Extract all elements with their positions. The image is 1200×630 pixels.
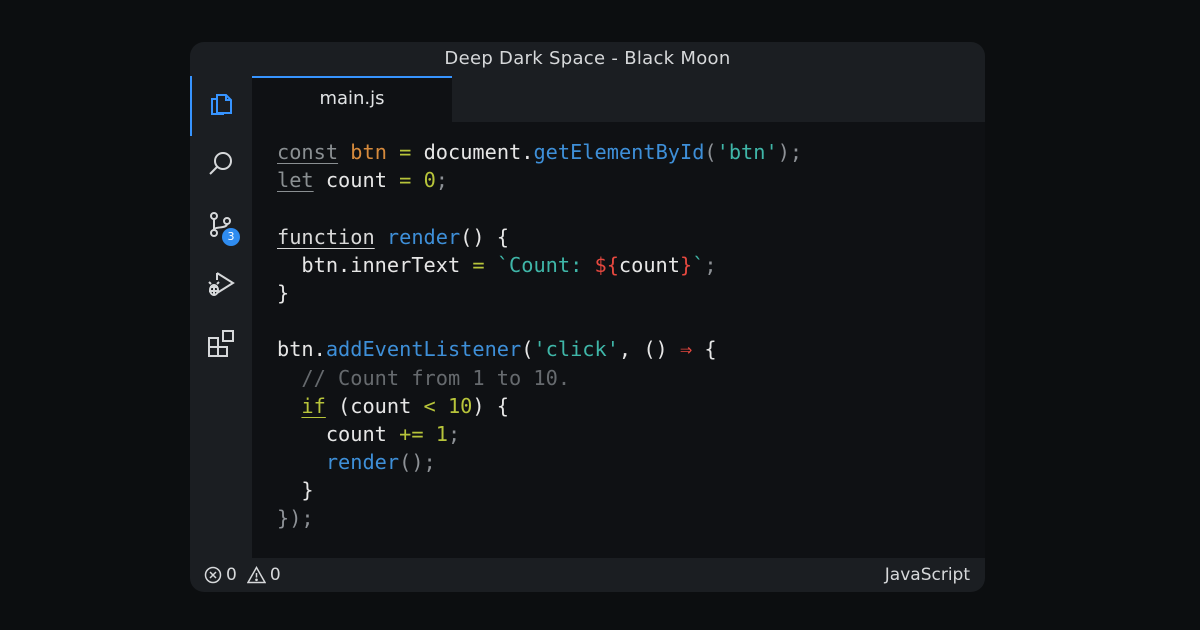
code-token: count [313, 168, 400, 193]
warning-icon [246, 566, 266, 584]
code-token: count [618, 252, 680, 277]
warning-count: 0 [269, 565, 281, 585]
code-token: }); [277, 506, 314, 531]
status-bar: 0 0 JavaScript [190, 558, 985, 592]
extensions-icon [205, 328, 237, 364]
language-mode[interactable]: JavaScript [885, 558, 970, 592]
code-token: render [325, 450, 400, 475]
code-token: if [301, 393, 326, 418]
activity-bar: 3 [190, 76, 252, 558]
code-token: ${ [594, 252, 619, 277]
source-control-badge: 3 [222, 228, 240, 246]
code-token: ` [692, 252, 705, 277]
code-line[interactable]: render(); [277, 448, 802, 476]
code-token: document. [411, 140, 534, 164]
code-line[interactable]: } [277, 476, 802, 504]
code-token: 'btn' [716, 140, 778, 164]
code-editor[interactable]: const btn = document.getElementById('btn… [252, 122, 985, 558]
code-line[interactable]: }); [277, 504, 802, 532]
code-token: } [277, 280, 290, 305]
activity-item-search[interactable] [190, 136, 252, 196]
code-token: < [423, 393, 436, 418]
code-token: ( [521, 337, 534, 362]
tab-main-js[interactable]: main.js [252, 76, 452, 122]
code-line[interactable] [277, 194, 802, 222]
code-line[interactable]: } [277, 279, 802, 307]
code-token: 0 [423, 168, 436, 193]
code-line[interactable]: // Count from 1 to 10. [277, 364, 802, 392]
code-token: `Count: [496, 252, 595, 277]
code-token: ; [435, 168, 448, 193]
code-token: btn. [277, 337, 326, 362]
code-line[interactable]: let count = 0; [277, 166, 802, 194]
code-token: ) { [472, 393, 510, 418]
code-token: += [399, 421, 424, 446]
window-title: Deep Dark Space - Black Moon [444, 48, 731, 69]
code-token: const [277, 140, 339, 164]
code-line[interactable]: btn.innerText = `Count: ${count}`; [277, 251, 802, 279]
code-token: btn [350, 140, 387, 164]
code-token: render [386, 224, 461, 249]
code-line[interactable]: btn.addEventListener('click', () ⇒ { [277, 335, 802, 363]
code-token: ⇒ [679, 337, 693, 362]
error-count: 0 [226, 565, 237, 585]
code-token: 'click' [533, 337, 619, 362]
code-line[interactable] [277, 307, 802, 335]
code-token: } [679, 252, 693, 277]
code-token: () { [460, 224, 510, 249]
tab-bar: main.js [252, 76, 985, 122]
code-token: (count [325, 393, 424, 418]
code-token: ; [704, 252, 717, 277]
code-content[interactable]: const btn = document.getElementById('btn… [277, 138, 802, 533]
search-icon [206, 149, 236, 183]
code-token: 1 [435, 421, 448, 446]
code-line[interactable]: count += 1; [277, 420, 802, 448]
code-line[interactable]: const btn = document.getElementById('btn… [277, 138, 802, 166]
code-token: btn.innerText [277, 252, 473, 277]
code-token: = [399, 168, 412, 193]
activity-item-explorer[interactable] [190, 76, 252, 136]
code-token: addEventListener [325, 337, 522, 362]
code-token: ); [777, 140, 803, 164]
code-token: (); [399, 450, 436, 475]
code-token: // Count from 1 to 10. [301, 365, 571, 390]
code-token: = [399, 140, 412, 164]
code-line[interactable]: if (count < 10) { [277, 392, 802, 420]
code-token: = [472, 252, 485, 277]
code-token: } [277, 478, 314, 503]
code-token: ; [447, 421, 461, 446]
activity-item-source-control[interactable]: 3 [190, 196, 252, 256]
run-debug-icon [205, 268, 237, 304]
activity-item-run-debug[interactable] [190, 256, 252, 316]
error-icon [204, 566, 222, 584]
code-token: , () [618, 337, 680, 362]
code-token: count [277, 421, 400, 446]
code-token: getElementById [533, 140, 705, 164]
code-token: 10 [447, 393, 473, 418]
code-line[interactable]: function render() { [277, 223, 802, 251]
code-token: let [277, 168, 314, 193]
code-token: { [692, 337, 717, 362]
problems-indicator[interactable]: 0 0 [204, 558, 281, 592]
files-icon [206, 89, 236, 123]
editor-window: Deep Dark Space - Black Moon 3 main.js c… [190, 42, 985, 592]
activity-item-extensions[interactable] [190, 316, 252, 376]
code-token: ( [704, 140, 717, 164]
code-token: function [277, 224, 375, 249]
